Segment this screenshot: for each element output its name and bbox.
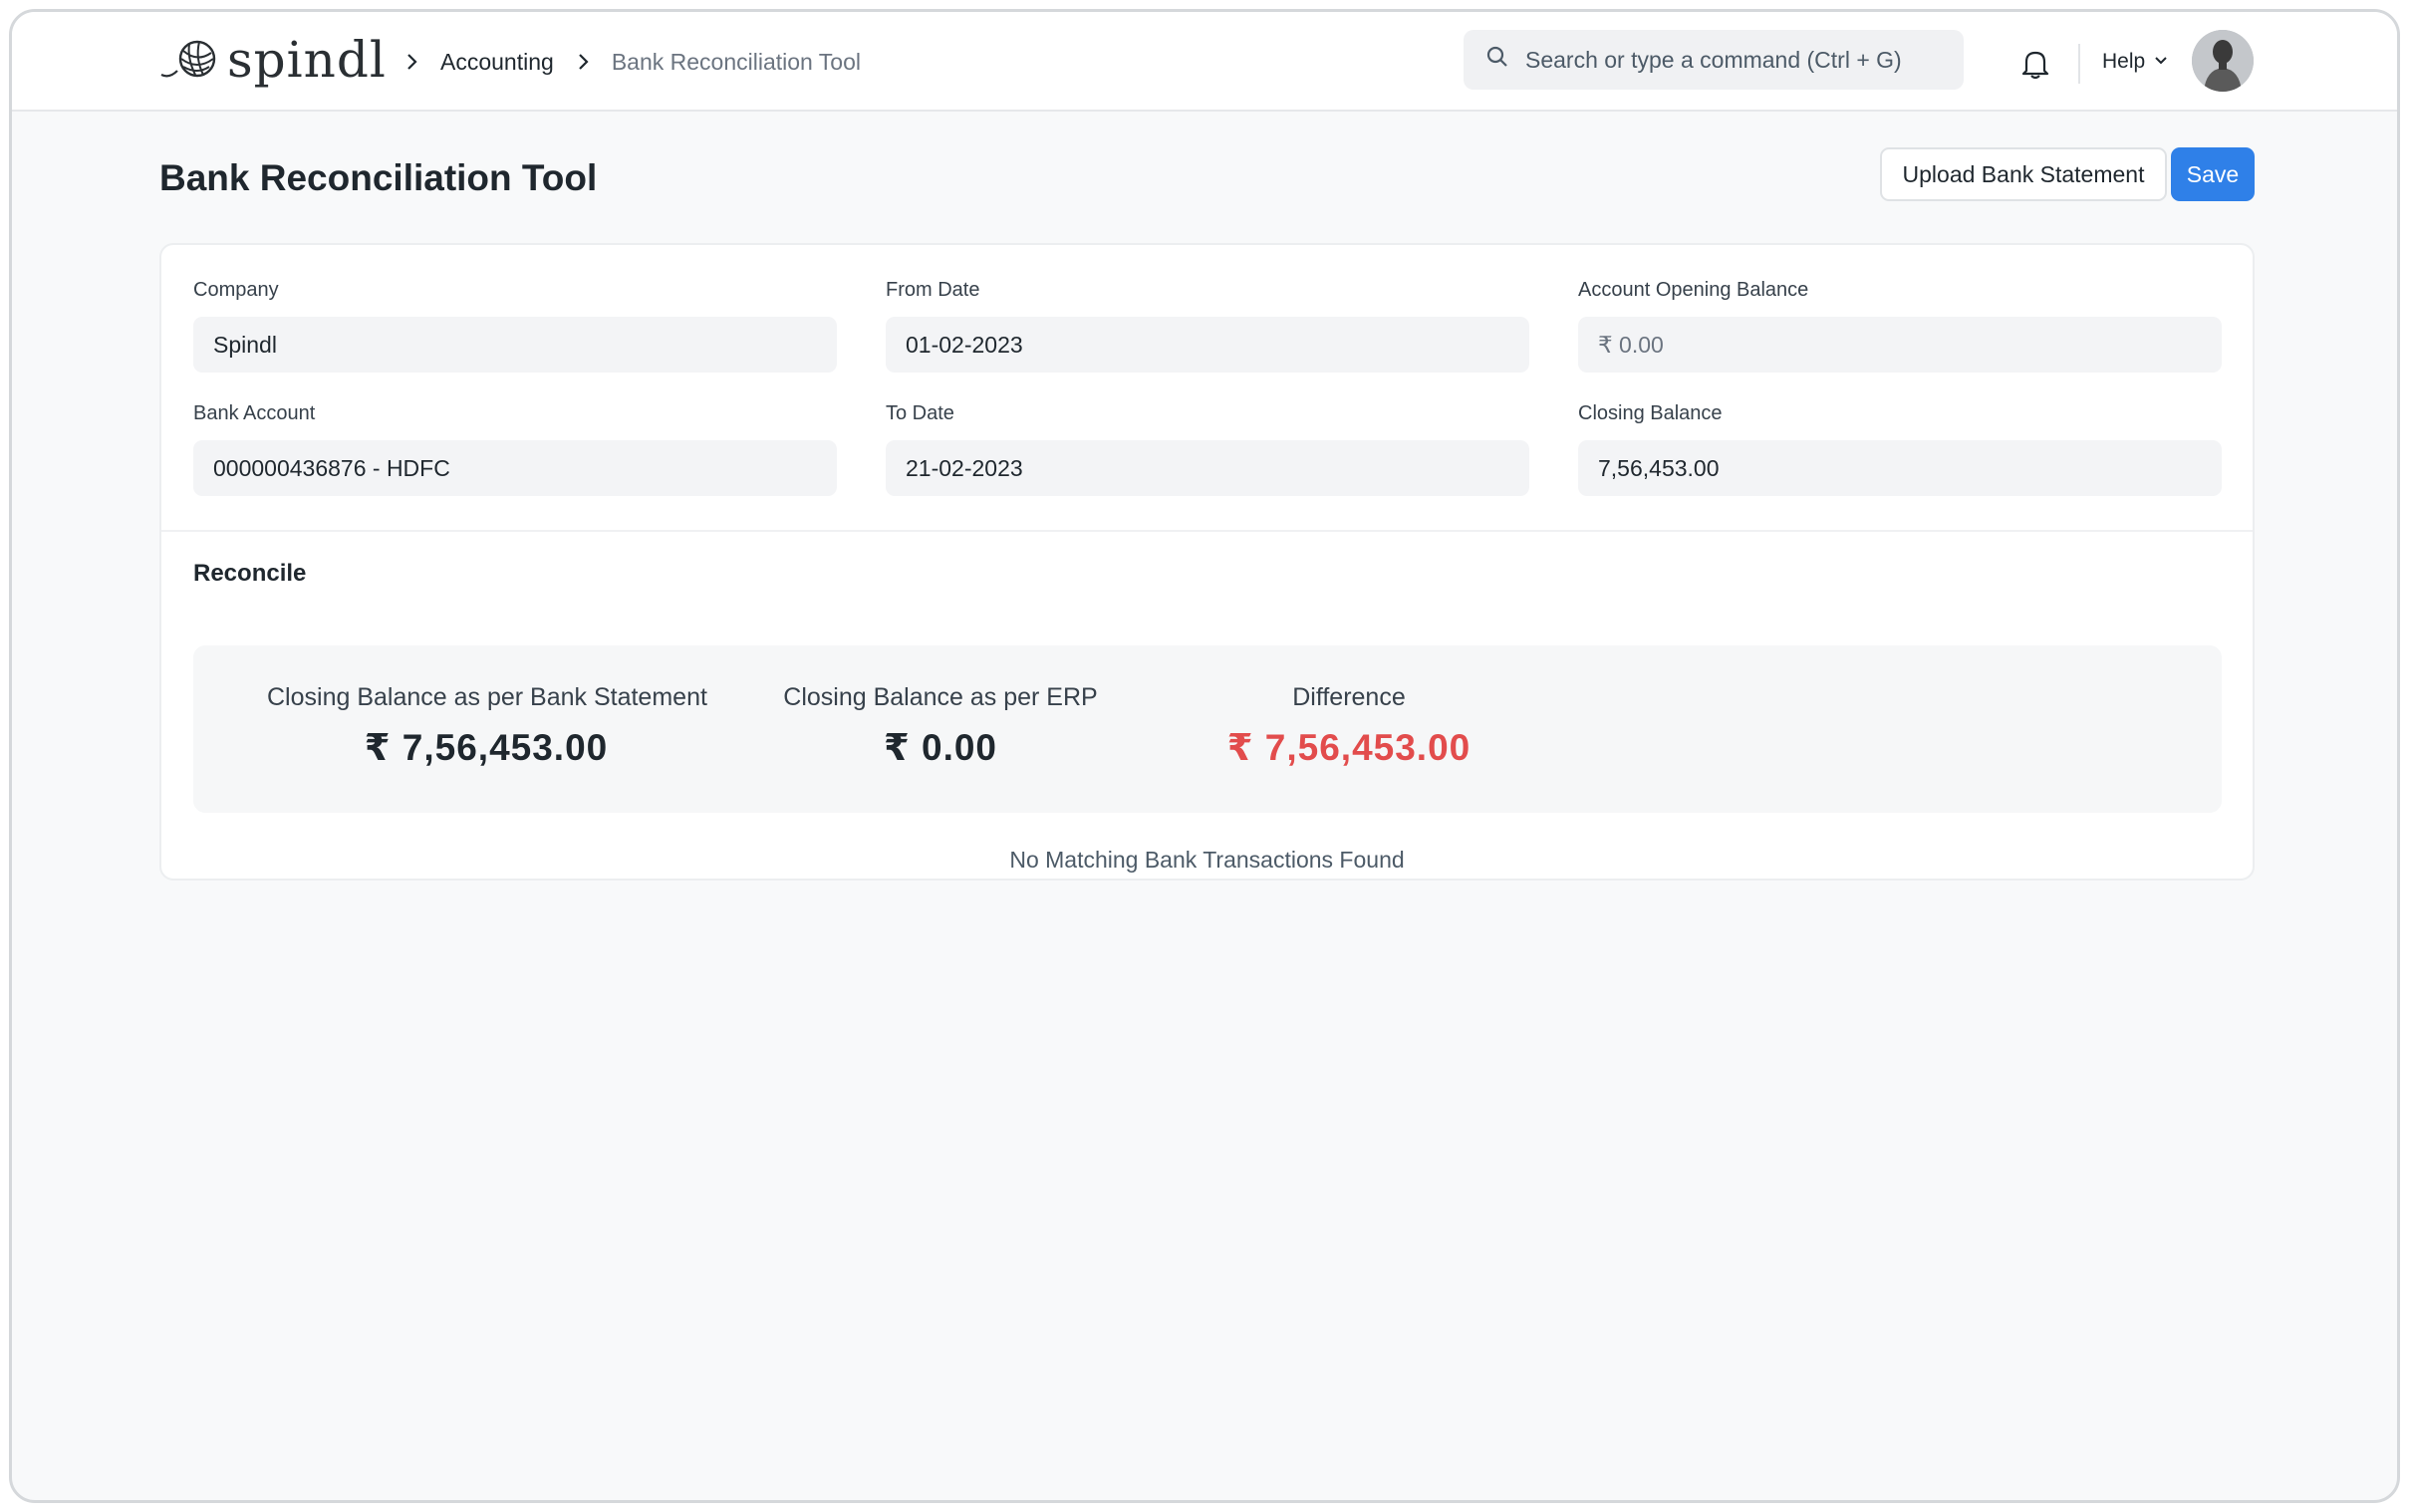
logo-text: spindl: [227, 31, 387, 89]
chevron-right-icon: [572, 51, 594, 73]
erp-balance: Closing Balance as per ERP ₹ 0.00: [781, 683, 1100, 769]
bank-statement-balance: Closing Balance as per Bank Statement ₹ …: [267, 683, 707, 769]
page-title: Bank Reconciliation Tool: [159, 157, 598, 198]
difference-value: ₹ 7,56,453.00: [1226, 727, 1472, 768]
chevron-right-icon: [401, 51, 422, 73]
reconciliation-form: Company Spindl From Date 01-02-2023 Acco…: [159, 243, 2255, 881]
to-date-field: To Date 21-02-2023: [886, 402, 1529, 496]
opening-balance-input: ₹ 0.00: [1578, 317, 2222, 373]
chevron-down-icon: [2153, 50, 2169, 74]
avatar[interactable]: [2192, 30, 2254, 92]
bank-statement-balance-label: Closing Balance as per Bank Statement: [267, 683, 707, 711]
company-input[interactable]: Spindl: [193, 317, 837, 373]
opening-balance-field: Account Opening Balance ₹ 0.00: [1578, 279, 2222, 373]
bank-account-input[interactable]: 000000436876 - HDFC: [193, 440, 837, 496]
from-date-label: From Date: [886, 279, 980, 301]
bank-account-field: Bank Account 000000436876 - HDFC: [193, 402, 837, 496]
opening-balance-label: Account Opening Balance: [1578, 279, 1809, 301]
breadcrumb: Accounting Bank Reconciliation Tool: [383, 42, 861, 82]
closing-balance-field: Closing Balance 7,56,453.00: [1578, 402, 2222, 496]
closing-balance-label: Closing Balance: [1578, 402, 1723, 424]
empty-state-message: No Matching Bank Transactions Found: [1009, 847, 1405, 873]
app-window: spindl Accounting Bank Reconciliation To…: [9, 9, 2400, 1503]
company-label: Company: [193, 279, 279, 301]
reconcile-section-title: Reconcile: [193, 560, 307, 587]
search-input[interactable]: Search or type a command (Ctrl + G): [1464, 30, 1964, 90]
erp-balance-label: Closing Balance as per ERP: [783, 683, 1098, 711]
company-field: Company Spindl: [193, 279, 837, 373]
top-navbar: spindl Accounting Bank Reconciliation To…: [12, 12, 2397, 112]
bell-icon[interactable]: [2020, 48, 2050, 85]
to-date-label: To Date: [886, 402, 954, 424]
from-date-field: From Date 01-02-2023: [886, 279, 1529, 373]
bank-account-label: Bank Account: [193, 402, 316, 424]
bank-statement-balance-value: ₹ 7,56,453.00: [364, 727, 609, 768]
save-button[interactable]: Save: [2171, 147, 2255, 201]
help-dropdown[interactable]: Help: [2102, 42, 2169, 82]
app-logo[interactable]: spindl: [159, 30, 387, 90]
navbar-divider: [2078, 44, 2080, 84]
reconcile-summary: Closing Balance as per Bank Statement ₹ …: [193, 645, 2222, 813]
section-divider: [161, 530, 2253, 532]
difference-label: Difference: [1292, 683, 1406, 711]
search-icon: [1485, 45, 1525, 75]
erp-balance-value: ₹ 0.00: [883, 727, 998, 768]
breadcrumb-current[interactable]: Bank Reconciliation Tool: [612, 49, 861, 76]
yarn-logo-icon: [159, 35, 221, 86]
breadcrumb-accounting[interactable]: Accounting: [440, 49, 554, 76]
closing-balance-input[interactable]: 7,56,453.00: [1578, 440, 2222, 496]
difference: Difference ₹ 7,56,453.00: [1209, 683, 1488, 769]
to-date-input[interactable]: 21-02-2023: [886, 440, 1529, 496]
from-date-input[interactable]: 01-02-2023: [886, 317, 1529, 373]
upload-bank-statement-button[interactable]: Upload Bank Statement: [1880, 147, 2167, 201]
help-label: Help: [2102, 50, 2146, 73]
search-placeholder: Search or type a command (Ctrl + G): [1525, 46, 1902, 73]
